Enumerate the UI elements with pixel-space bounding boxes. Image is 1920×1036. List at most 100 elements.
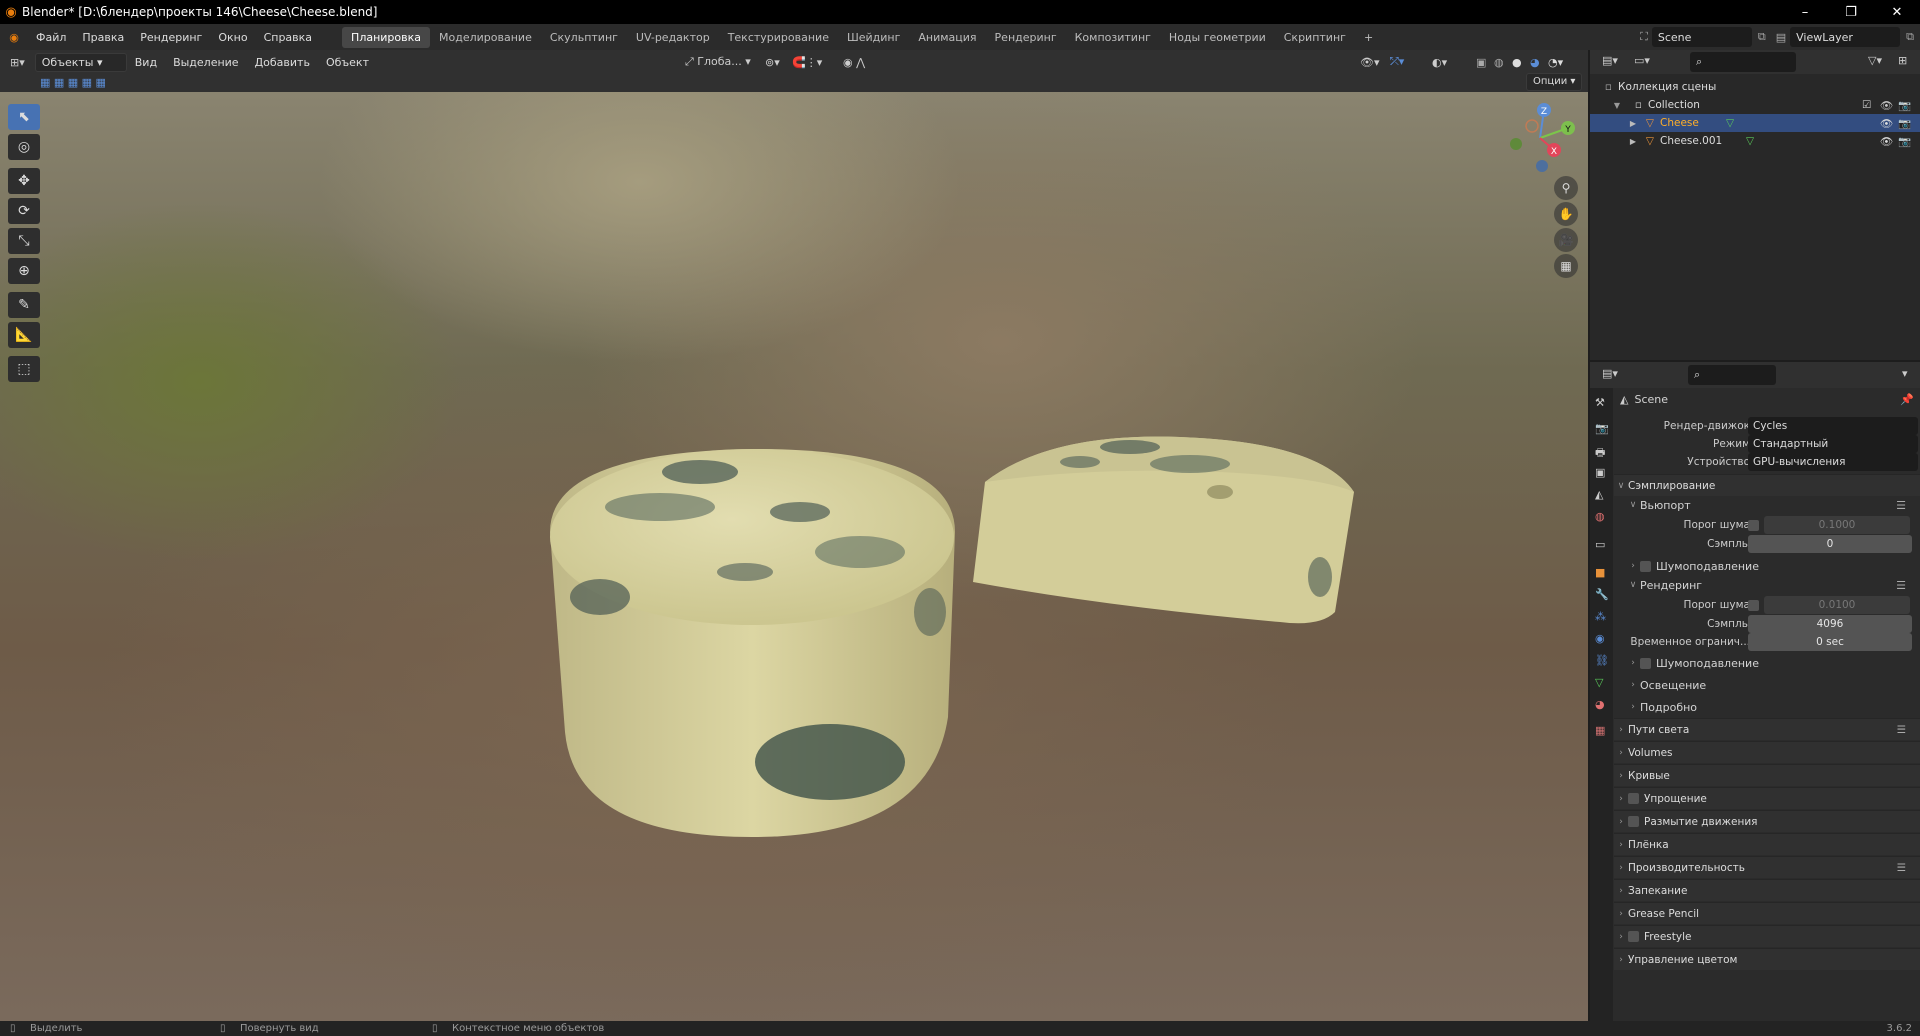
tab-sculpting[interactable]: Скульптинг	[541, 27, 627, 48]
collection-visibility-icon[interactable]: 👁	[1880, 99, 1893, 112]
expand-item-icon[interactable]: ▶	[1590, 137, 1636, 146]
view-layer-tab-icon[interactable]: ▣	[1595, 466, 1605, 479]
color-management-section[interactable]: › Управление цветом	[1614, 948, 1920, 970]
curves-section[interactable]: › Кривые	[1614, 764, 1920, 786]
outliner-scene-collection[interactable]: ▫ Коллекция сцены	[1590, 78, 1920, 96]
menu-window[interactable]: Окно	[210, 31, 255, 44]
pan-hand-icon[interactable]: ✋	[1554, 202, 1578, 226]
feature-set-dropdown[interactable]: Стандартный	[1748, 435, 1918, 453]
menu-file[interactable]: Файл	[28, 31, 74, 44]
annotate-tool[interactable]: ✎	[8, 292, 40, 318]
shading-solid-icon[interactable]: ●	[1512, 56, 1522, 69]
navigation-gizmo[interactable]: Z Y X	[1500, 98, 1580, 178]
menu-object[interactable]: Объект	[318, 56, 377, 69]
gizmo-toggle-icon[interactable]: ⤱▾	[1390, 55, 1404, 69]
outliner-display-mode-icon[interactable]: ▭▾	[1634, 54, 1650, 67]
properties-options-icon[interactable]: ▾	[1902, 367, 1908, 380]
world-tab-icon[interactable]: ◍	[1595, 510, 1605, 523]
denoise-checkbox[interactable]	[1640, 560, 1651, 572]
tab-animation[interactable]: Анимация	[909, 27, 985, 48]
pin-icon[interactable]: 📌	[1900, 393, 1914, 406]
object-render-icon[interactable]: 📷	[1898, 135, 1911, 148]
tab-rendering[interactable]: Рендеринг	[986, 27, 1066, 48]
editor-type-icon[interactable]: ⊞▾	[0, 56, 35, 69]
outliner-item-cheese-001[interactable]: ▶ ▽ Cheese.001 ▽ 👁 📷	[1590, 132, 1920, 150]
tab-modeling[interactable]: Моделирование	[430, 27, 541, 48]
texture-tab-icon[interactable]: ▦	[1595, 724, 1605, 737]
motion-blur-section[interactable]: › Размытие движения	[1614, 810, 1920, 832]
menu-render[interactable]: Рендеринг	[132, 31, 210, 44]
viewlayer-selector[interactable]: ViewLayer	[1790, 27, 1901, 47]
options-button[interactable]: Опции ▾	[1526, 73, 1583, 91]
shading-wireframe-icon[interactable]: ◍	[1494, 56, 1504, 69]
transform-orientation-selector[interactable]: ⤢ Глоба... ▾	[685, 55, 751, 69]
noise-threshold-checkbox[interactable]	[1748, 599, 1759, 611]
lighting-subsection[interactable]: › Освещение	[1614, 676, 1920, 694]
pivot-icon[interactable]: ⊚▾	[765, 56, 780, 69]
denoise-checkbox[interactable]	[1640, 657, 1651, 669]
cheese-half[interactable]	[973, 436, 1354, 624]
select-box-tool[interactable]: ⬉	[8, 104, 40, 130]
visibility-icon[interactable]: 👁▾	[1360, 56, 1380, 69]
grease-pencil-section[interactable]: › Grease Pencil	[1614, 902, 1920, 924]
tab-uv-editing[interactable]: UV-редактор	[627, 27, 719, 48]
menu-select[interactable]: Выделение	[165, 56, 247, 69]
tab-geometry-nodes[interactable]: Ноды геометрии	[1160, 27, 1275, 48]
viewport-samples-field[interactable]: 0	[1748, 535, 1912, 553]
outliner-collection[interactable]: ▼ ▫ Collection ☑ 👁 📷	[1590, 96, 1920, 114]
tab-scripting[interactable]: Скриптинг	[1275, 27, 1355, 48]
output-tab-icon[interactable]: 🖶	[1595, 444, 1605, 463]
collection-checkbox[interactable]: ☑	[1862, 99, 1871, 111]
scene-tab-icon[interactable]: ◭	[1595, 488, 1603, 501]
simplify-section[interactable]: › Упрощение	[1614, 787, 1920, 809]
transform-tool[interactable]: ⊕	[8, 258, 40, 284]
film-section[interactable]: › Плёнка	[1614, 833, 1920, 855]
outliner-search-input[interactable]: ⌕	[1690, 52, 1796, 72]
zoom-icon[interactable]: ⚲	[1554, 176, 1578, 200]
render-engine-dropdown[interactable]: Cycles	[1748, 417, 1918, 435]
properties-editor-type-icon[interactable]: ▤▾	[1602, 367, 1618, 380]
motion-blur-checkbox[interactable]	[1628, 816, 1639, 827]
bake-section[interactable]: › Запекание	[1614, 879, 1920, 901]
measure-tool[interactable]: 📐	[8, 322, 40, 348]
new-collection-icon[interactable]: ⊞	[1898, 54, 1907, 67]
scene-copy-icon[interactable]: ⧉	[1752, 30, 1772, 44]
close-button[interactable]: ✕	[1874, 0, 1920, 24]
list-icon[interactable]: ☰	[1897, 724, 1906, 736]
tab-shading[interactable]: Шейдинг	[838, 27, 909, 48]
cursor-tool[interactable]: ◎	[8, 134, 40, 160]
data-tab-icon[interactable]: ▽	[1595, 676, 1603, 689]
render-subsection[interactable]: ∨ Рендеринг ☰	[1614, 576, 1920, 594]
3d-viewport[interactable]: ⬉ ◎ ✥ ⟳ ⤡ ⊕ ✎ 📐 ⬚ Z Y X ⚲ ✋ 🎥 ▦	[0, 92, 1588, 1021]
outliner-editor-type-icon[interactable]: ▤▾	[1602, 54, 1618, 67]
render-denoise-row[interactable]: › Шумоподавление	[1614, 654, 1920, 672]
tab-texture-paint[interactable]: Текстурирование	[719, 27, 838, 48]
menu-view[interactable]: Вид	[127, 56, 165, 69]
list-icon[interactable]: ☰	[1897, 862, 1906, 874]
viewport-subsection[interactable]: ∨ Вьюпорт ☰	[1614, 496, 1920, 514]
expand-item-icon[interactable]: ▶	[1590, 119, 1636, 128]
menu-edit[interactable]: Правка	[74, 31, 132, 44]
filter-icon[interactable]: ▽▾	[1868, 54, 1882, 67]
tab-compositing[interactable]: Композитинг	[1066, 27, 1160, 48]
menu-help[interactable]: Справка	[256, 31, 320, 44]
freestyle-checkbox[interactable]	[1628, 931, 1639, 942]
advanced-subsection[interactable]: › Подробно	[1614, 698, 1920, 716]
performance-section[interactable]: › Производительность ☰	[1614, 856, 1920, 878]
select-mode-icons[interactable]: ▦ ▦ ▦ ▦ ▦	[40, 76, 106, 89]
object-visibility-icon[interactable]: 👁	[1880, 135, 1893, 148]
freestyle-section[interactable]: › Freestyle	[1614, 925, 1920, 947]
overlay-toggle-icon[interactable]: ◐▾	[1432, 56, 1447, 69]
particles-tab-icon[interactable]: ⁂	[1595, 610, 1606, 623]
light-paths-section[interactable]: › Пути света ☰	[1614, 718, 1920, 740]
viewport-noise-threshold-field[interactable]: 0.1000	[1764, 516, 1910, 534]
outliner-item-cheese[interactable]: ▶ ▽ Cheese ▽ 👁 📷	[1590, 114, 1920, 132]
scene-selector[interactable]: Scene	[1651, 27, 1752, 47]
add-workspace-button[interactable]: +	[1355, 27, 1382, 48]
snap-icon[interactable]: 🧲⋮▾	[792, 56, 822, 69]
object-render-icon[interactable]: 📷	[1898, 117, 1911, 130]
tab-layout[interactable]: Планировка	[342, 26, 431, 48]
xray-icon[interactable]: ▣	[1476, 56, 1486, 69]
noise-threshold-checkbox[interactable]	[1748, 519, 1759, 531]
shading-material-icon[interactable]: ◕	[1530, 56, 1540, 69]
